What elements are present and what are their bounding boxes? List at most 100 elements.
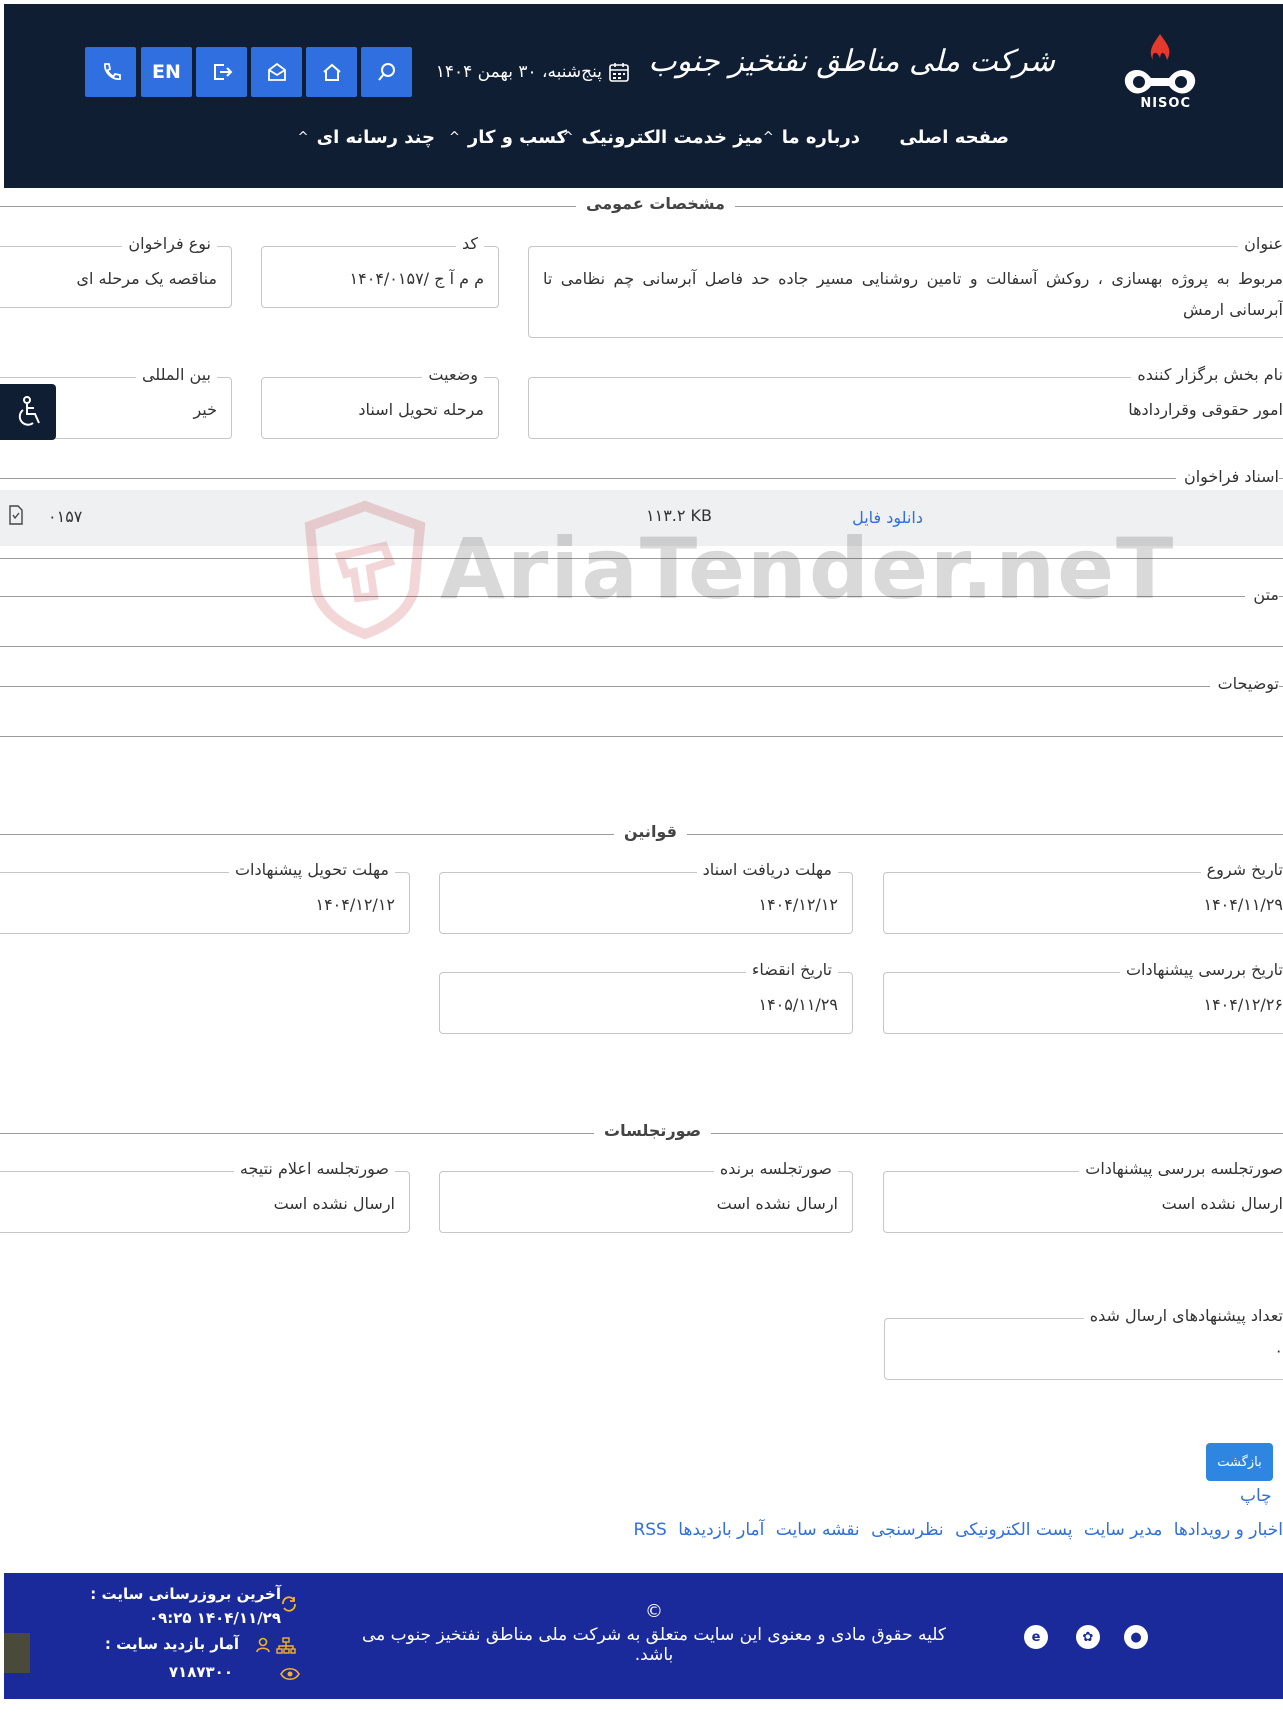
calendar-icon — [609, 63, 629, 82]
social-icon-1: ● — [1130, 1629, 1142, 1645]
home-icon — [322, 63, 341, 81]
visits-label: آمار بازدید سایت : — [104, 1635, 239, 1653]
org-name: شرکت ملی مناطق نفتخیز جنوب — [648, 44, 1055, 79]
department-field: نام بخش برگزار کننده امور حقوقی وقرارداد… — [528, 365, 1283, 439]
docs-divider — [0, 478, 1283, 479]
chevron-up-icon: ^ — [297, 130, 309, 145]
nav-home[interactable]: صفحه اصلی — [899, 127, 1009, 155]
offer-deadline-field: مهلت تحویل پیشنهادات ۱۴۰۴/۱۲/۱۲ — [0, 860, 410, 934]
code-label: کد — [455, 234, 484, 253]
user-icon — [256, 1637, 270, 1653]
winner-minutes-field: صورتجلسه برنده ارسال نشده است — [439, 1159, 853, 1233]
document-row: دانلود فایل ۱۱۳.۲ KB ۰۱۵۷ — [0, 490, 1283, 546]
expire-date-value: ۱۴۰۵/۱۱/۲۹ — [758, 995, 838, 1014]
tender-type-value: مناقصه یک مرحله ای — [76, 269, 217, 288]
mail-button[interactable] — [251, 47, 302, 97]
divider — [0, 558, 1283, 559]
login-button[interactable] — [196, 47, 247, 97]
result-minutes-label: صورتجلسه اعلام نتیجه — [233, 1159, 395, 1178]
status-value: مرحله تحویل اسناد — [358, 400, 484, 419]
file-code: ۰۱۵۷ — [48, 507, 83, 526]
result-minutes-field: صورتجلسه اعلام نتیجه ارسال نشده است — [0, 1159, 410, 1233]
offer-deadline-value: ۱۴۰۴/۱۲/۱۲ — [315, 895, 395, 914]
expire-date-field: تاریخ انقضاء ۱۴۰۵/۱۱/۲۹ — [439, 960, 853, 1034]
subject-value: مربوط به پروژه بهسازی ، روکش آسفالت و تا… — [543, 269, 1283, 319]
code-field: کد م م آ ج /۱۴۰۴/۰۱۵۷ — [261, 234, 499, 308]
code-value: م م آ ج /۱۴۰۴/۰۱۵۷ — [349, 269, 484, 288]
search-button[interactable] — [361, 47, 412, 97]
section-title-rules: قوانین — [614, 822, 687, 841]
link-email[interactable]: پست الکترونیکی — [955, 1520, 1072, 1540]
review-date-label: تاریخ بررسی پیشنهادات — [1119, 960, 1283, 979]
nav-multimedia[interactable]: چند رسانه ای ^ — [298, 127, 435, 155]
link-news[interactable]: اخبار و رویدادها — [1174, 1520, 1283, 1540]
description-label: توضیحات — [1209, 674, 1279, 693]
text-divider — [0, 596, 1283, 597]
social-link-3[interactable]: e — [1024, 1625, 1048, 1649]
winner-minutes-value: ارسال نشده است — [716, 1194, 838, 1213]
print-label: چاپ — [1240, 1486, 1272, 1506]
print-link[interactable]: چاپ — [1240, 1486, 1272, 1506]
link-poll[interactable]: نظرسنجی — [871, 1520, 944, 1540]
review-minutes-field: صورتجلسه بررسی پیشنهادات ارسال نشده است — [883, 1159, 1283, 1233]
expire-date-label: تاریخ انقضاء — [745, 960, 838, 979]
text-label: متن — [1245, 585, 1279, 604]
tender-type-label: نوع فراخوان — [122, 234, 217, 253]
offer-count-field: تعداد پیشنهادهای ارسال شده ۰ — [884, 1306, 1283, 1380]
contact-button[interactable] — [85, 47, 136, 97]
site-footer: © کلیه حقوق مادی و معنوی این سایت متعلق … — [4, 1573, 1283, 1699]
site-logo[interactable]: شرکت ملی مناطق نفتخیز جنوب NISOC — [648, 30, 1205, 116]
back-button[interactable]: بازگشت — [1206, 1443, 1273, 1481]
sitemap-icon — [276, 1637, 296, 1654]
link-stats[interactable]: آمار بازدیدها — [678, 1520, 764, 1540]
refresh-icon — [282, 1596, 296, 1612]
home-button[interactable] — [306, 47, 357, 97]
current-date: پنج‌شنبه، ۳۰ بهمن ۱۴۰۴ — [430, 61, 630, 83]
doc-deadline-label: مهلت دریافت اسناد — [696, 860, 838, 879]
nav-about[interactable]: درباره ما ^ — [763, 127, 860, 155]
nav-business-label: کسب و کار — [467, 127, 567, 148]
social-link-2[interactable]: ✿ — [1076, 1625, 1100, 1649]
subject-label: عنوان — [1238, 234, 1283, 253]
doc-deadline-field: مهلت دریافت اسناد ۱۴۰۴/۱۲/۱۲ — [439, 860, 853, 934]
status-field: وضعیت مرحله تحویل اسناد — [261, 365, 499, 439]
nav-business[interactable]: کسب و کار ^ — [449, 127, 567, 155]
start-date-value: ۱۴۰۴/۱۱/۲۹ — [1203, 895, 1283, 914]
social-link-1[interactable]: ● — [1124, 1625, 1148, 1649]
start-date-label: تاریخ شروع — [1200, 860, 1283, 879]
link-sitemap[interactable]: نقشه سایت — [776, 1520, 860, 1540]
winner-minutes-label: صورتجلسه برنده — [713, 1159, 838, 1178]
tender-type-field: نوع فراخوان مناقصه یک مرحله ای — [0, 234, 232, 308]
date-text: پنج‌شنبه، ۳۰ بهمن ۱۴۰۴ — [435, 62, 602, 82]
footer-links: اخبار و رویدادها مدیر سایت پست الکترونیک… — [627, 1520, 1283, 1540]
link-webmaster[interactable]: مدیر سایت — [1084, 1520, 1162, 1540]
file-icon — [9, 505, 23, 525]
nav-eservice[interactable]: میز خدمت الکترونیک^ — [563, 127, 763, 155]
department-label: نام بخش برگزار کننده — [1131, 365, 1283, 384]
chat-widget[interactable] — [4, 1633, 30, 1673]
status-label: وضعیت — [422, 365, 484, 384]
start-date-field: تاریخ شروع ۱۴۰۴/۱۱/۲۹ — [883, 860, 1283, 934]
accessibility-button[interactable] — [0, 384, 56, 440]
copyright-symbol: © — [645, 1601, 663, 1622]
eye-icon — [280, 1667, 300, 1681]
phone-icon — [103, 63, 121, 80]
search-icon — [377, 63, 395, 81]
result-minutes-value: ارسال نشده است — [273, 1194, 395, 1213]
docs-label: اسناد فراخوان — [1175, 467, 1279, 486]
accessibility-icon — [18, 396, 40, 426]
chevron-up-icon: ^ — [762, 130, 774, 145]
section-title-general: مشخصات عمومی — [576, 194, 735, 213]
visits-value: ۷۱۸۷۳۰۰ — [168, 1663, 233, 1681]
offer-count-label: تعداد پیشنهادهای ارسال شده — [1083, 1306, 1283, 1325]
review-date-value: ۱۴۰۴/۱۲/۲۶ — [1203, 995, 1283, 1014]
international-label: بین المللی — [135, 365, 217, 384]
download-file-link[interactable]: دانلود فایل — [852, 508, 923, 527]
site-header: شرکت ملی مناطق نفتخیز جنوب NISOC پنج‌شنب… — [4, 4, 1283, 188]
link-rss[interactable]: RSS — [633, 1520, 666, 1540]
social-icon-2: ✿ — [1082, 1629, 1094, 1645]
desc-divider — [0, 686, 1283, 687]
copyright: © کلیه حقوق مادی و معنوی این سایت متعلق … — [344, 1599, 964, 1665]
language-button[interactable]: EN — [141, 47, 192, 97]
divider — [0, 736, 1283, 737]
